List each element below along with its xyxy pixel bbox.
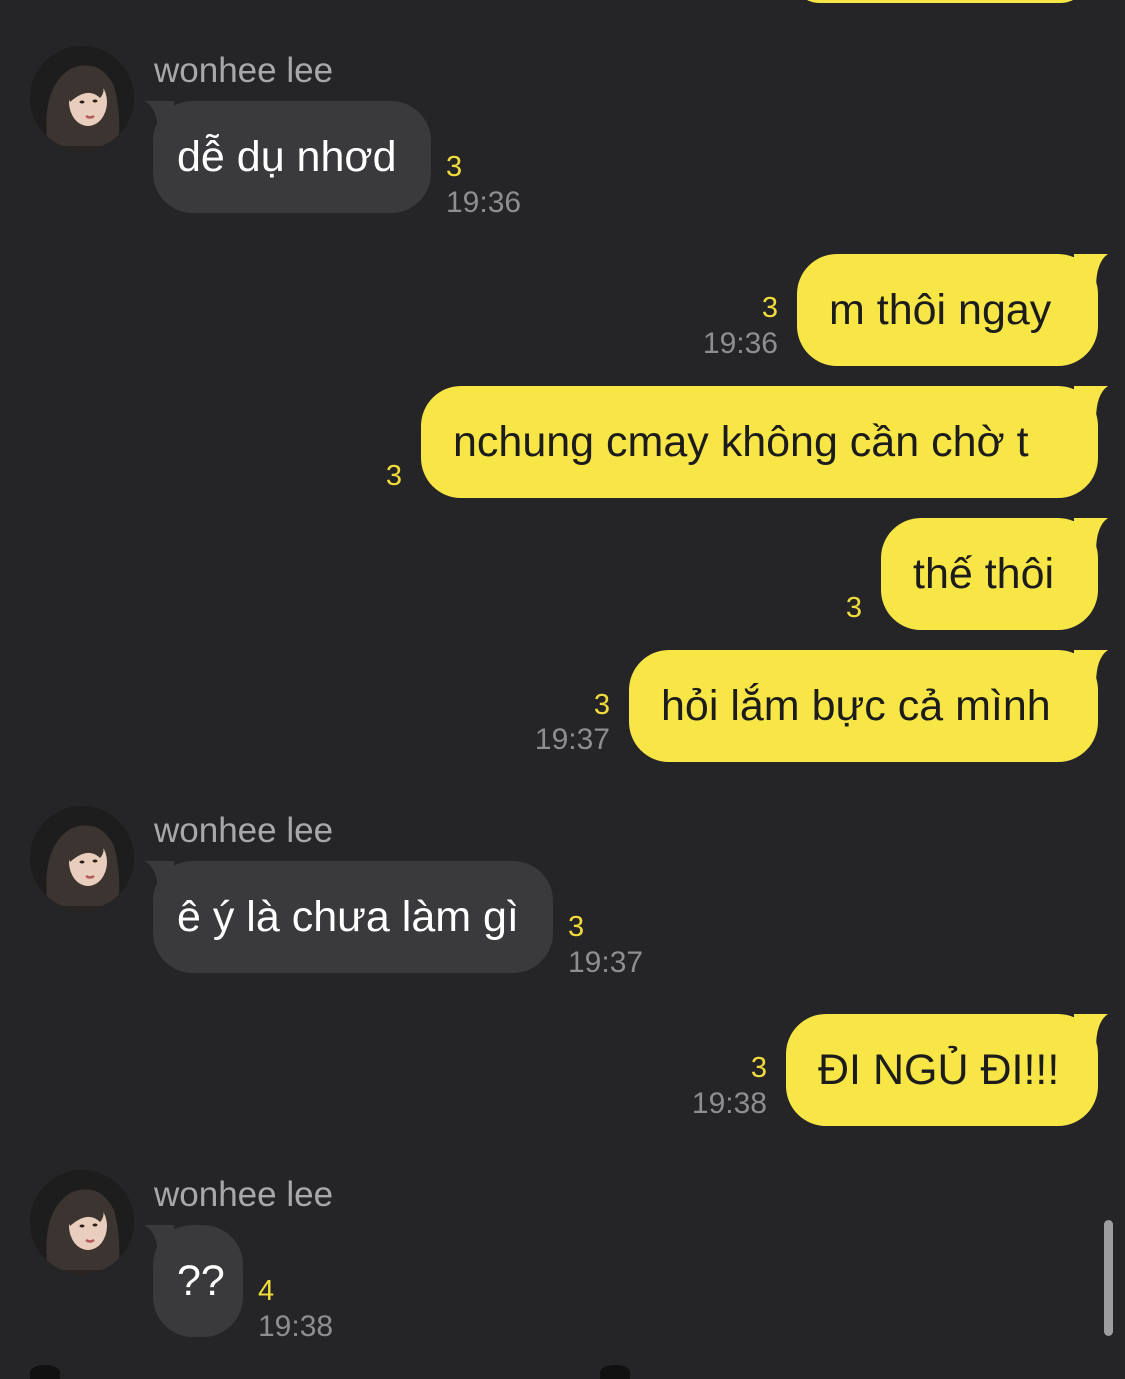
unread-count: 3 xyxy=(446,151,463,183)
message-bubble-incoming[interactable]: dễ dụ nhơd xyxy=(153,101,431,213)
bottom-edge-mark xyxy=(600,1365,630,1379)
unread-count: 3 xyxy=(750,1052,767,1084)
sender-avatar[interactable] xyxy=(30,1170,134,1274)
unread-count: 3 xyxy=(568,911,585,943)
unread-count: 4 xyxy=(258,1275,275,1307)
sender-name: wonhee lee xyxy=(154,51,334,90)
bottom-edge-mark xyxy=(30,1365,60,1379)
unread-count: 3 xyxy=(593,689,610,721)
message-timestamp: 19:36 xyxy=(702,327,778,360)
message-bubble-outgoing[interactable]: ĐI NGỦ ĐI!!! xyxy=(786,1014,1098,1126)
message-bubble-outgoing[interactable]: m thôi ngay xyxy=(797,254,1098,366)
bubble-tail xyxy=(1074,386,1108,420)
sender-avatar[interactable] xyxy=(30,806,134,910)
message-timestamp: 19:38 xyxy=(691,1087,767,1120)
message-timestamp: 19:36 xyxy=(446,186,522,219)
message-bubble-incoming[interactable]: ê ý là chưa làm gì xyxy=(153,861,553,973)
message-timestamp: 19:37 xyxy=(568,946,644,979)
sender-name: wonhee lee xyxy=(154,1175,334,1214)
message-bubble-incoming[interactable]: ?? xyxy=(153,1225,243,1337)
unread-count: 3 xyxy=(761,292,778,324)
sender-avatar[interactable] xyxy=(30,46,134,150)
message-bubble-outgoing[interactable]: nchung cmay không cần chờ t xyxy=(421,386,1098,498)
bubble-tail xyxy=(1074,518,1108,552)
bubble-tail xyxy=(1074,650,1108,684)
message-bubble-outgoing-partial[interactable] xyxy=(790,0,1090,3)
bubble-tail xyxy=(1074,1014,1108,1048)
message-timestamp: 19:38 xyxy=(258,1310,334,1343)
unread-count: 3 xyxy=(845,592,862,624)
bubble-tail xyxy=(1074,254,1108,288)
message-timestamp: 19:37 xyxy=(534,723,610,756)
unread-count: 3 xyxy=(385,460,402,492)
sender-name: wonhee lee xyxy=(154,811,334,850)
scrollbar-thumb[interactable] xyxy=(1104,1220,1113,1336)
chat-view[interactable]: wonhee lee dễ dụ nhơd 3 19:36 3 19:36 m … xyxy=(0,0,1125,1379)
message-bubble-outgoing[interactable]: hỏi lắm bực cả mình xyxy=(629,650,1098,762)
message-bubble-outgoing[interactable]: thế thôi xyxy=(881,518,1098,630)
